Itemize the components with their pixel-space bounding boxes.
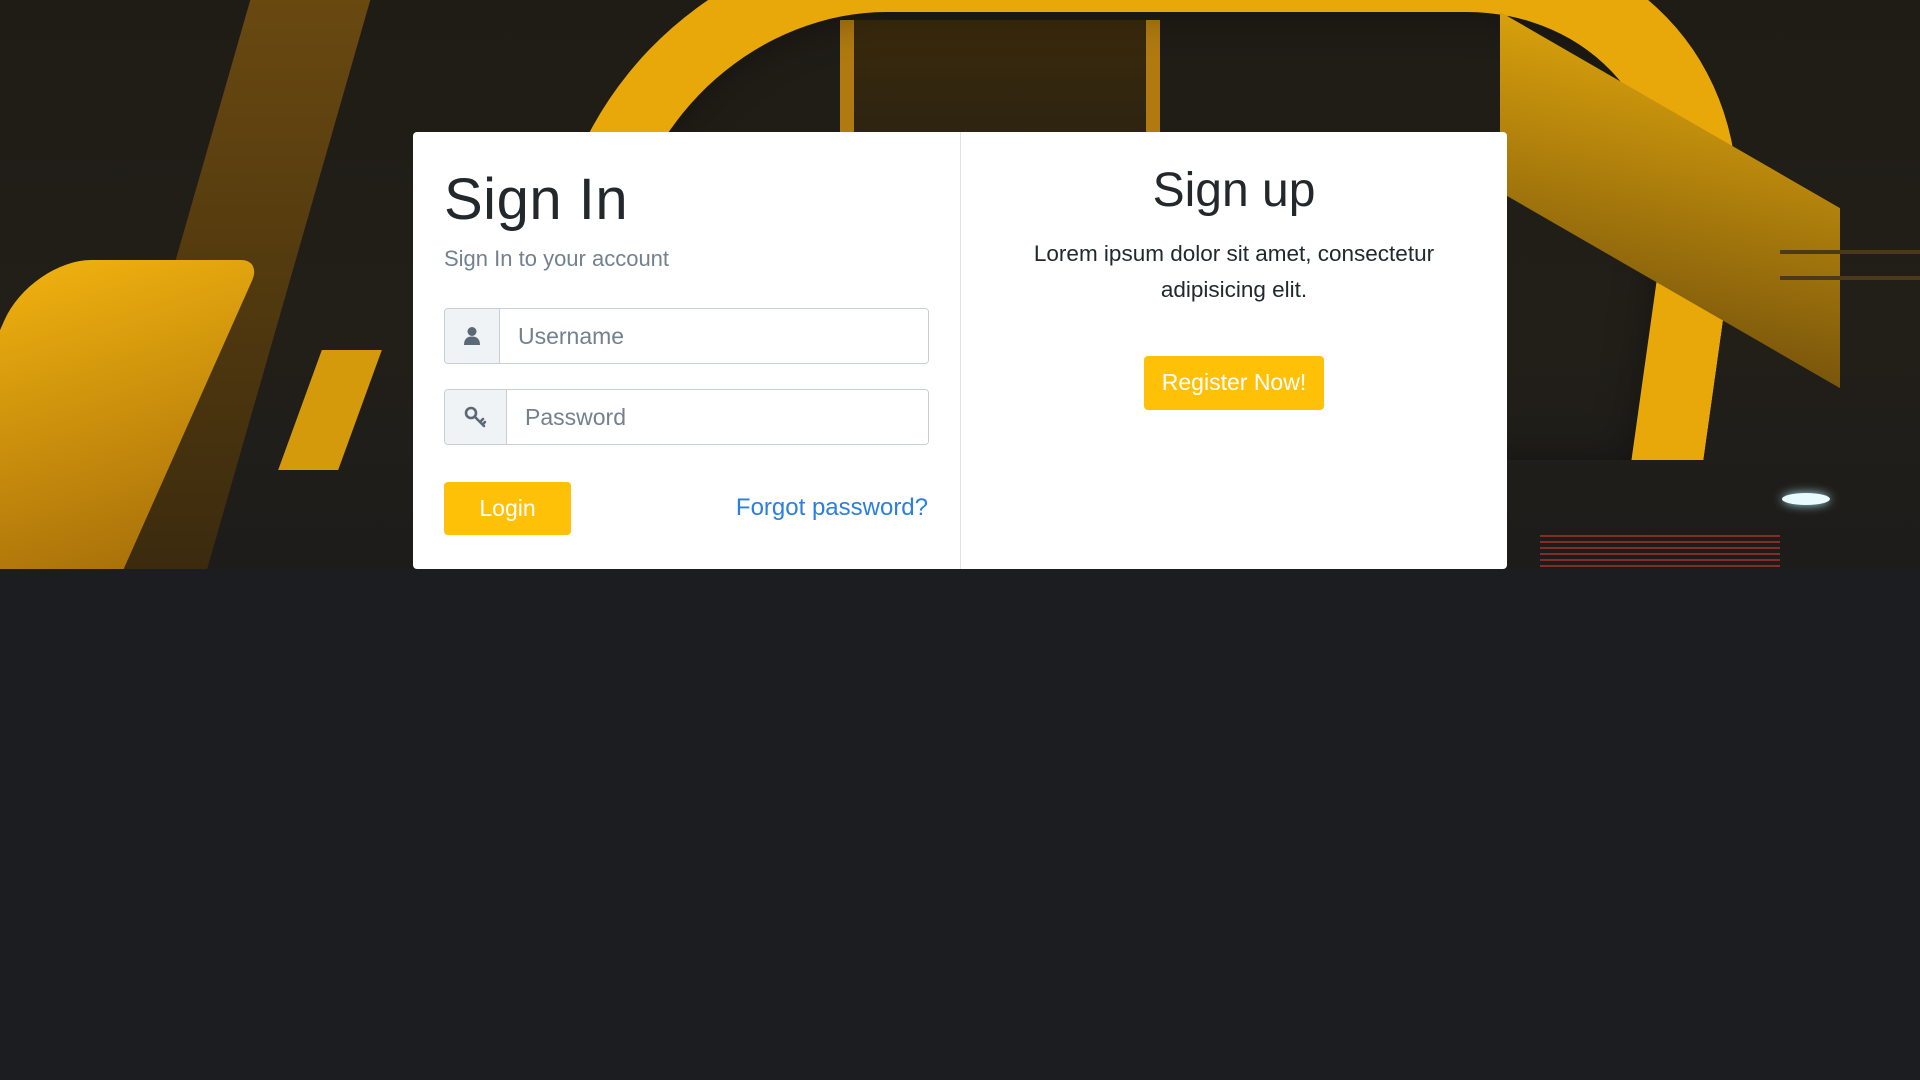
username-input-group: [444, 308, 929, 364]
login-button[interactable]: Login: [444, 482, 571, 535]
signin-title: Sign In: [444, 167, 629, 232]
username-input[interactable]: [500, 309, 928, 363]
forgot-password-link[interactable]: Forgot password?: [736, 494, 928, 522]
auth-card: Sign In Sign In to your account Login Fo…: [413, 132, 1507, 569]
register-button[interactable]: Register Now!: [1144, 355, 1324, 410]
background-lights: [1540, 535, 1780, 569]
signin-panel: Sign In Sign In to your account Login Fo…: [413, 132, 961, 569]
signup-panel: Sign up Lorem ipsum dolor sit amet, cons…: [961, 132, 1507, 569]
background-lamp: [1782, 493, 1830, 505]
background-window: [1780, 250, 1920, 280]
page-background: [0, 569, 1920, 1080]
password-input[interactable]: [507, 390, 928, 444]
background-beam: [278, 350, 382, 470]
password-input-group: [444, 389, 929, 445]
key-icon: [445, 390, 507, 444]
user-icon: [445, 309, 500, 363]
signup-description: Lorem ipsum dolor sit amet, consectetur …: [1033, 240, 1435, 302]
signup-title: Sign up: [1152, 164, 1316, 217]
signin-subtitle: Sign In to your account: [444, 245, 670, 271]
